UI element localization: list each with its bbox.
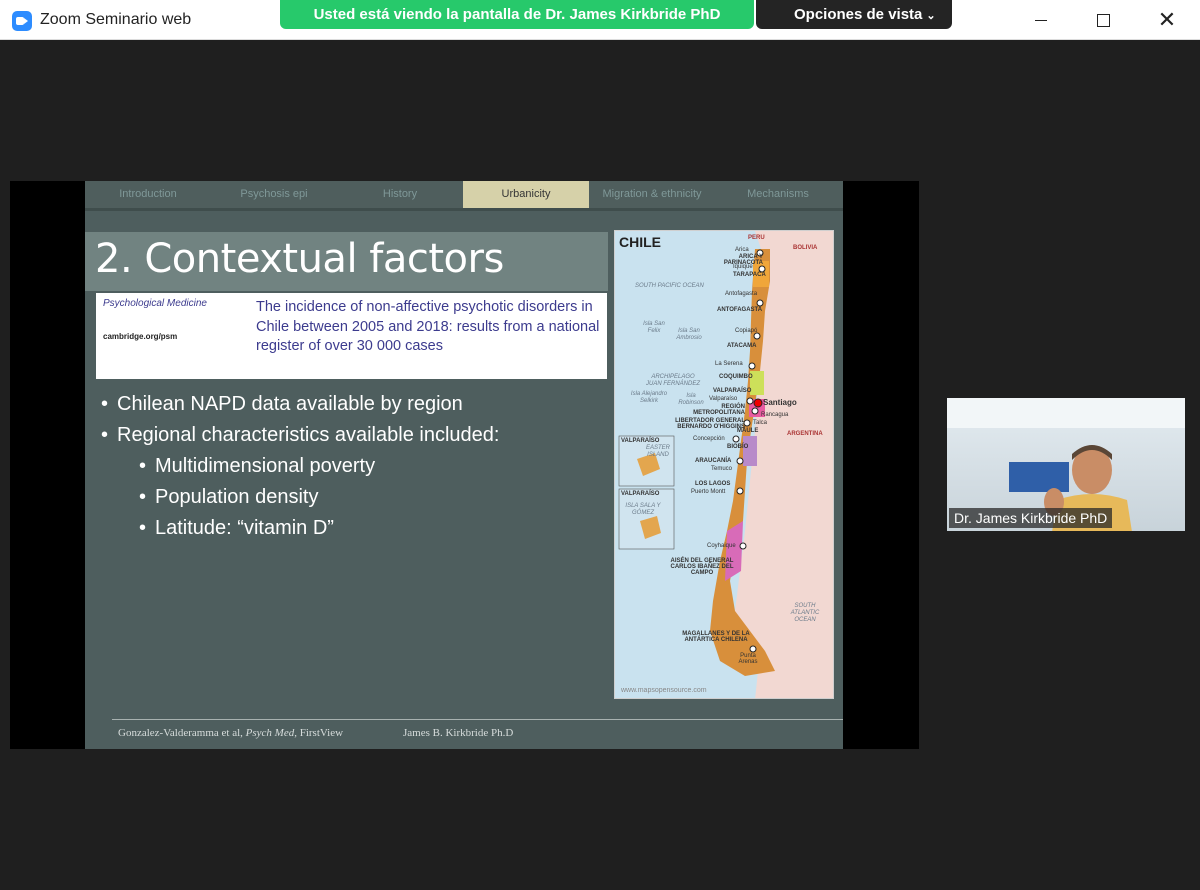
video-ceiling xyxy=(947,398,1185,428)
maximize-button[interactable] xyxy=(1080,0,1126,40)
map-city-label: Talca xyxy=(753,420,768,426)
map-city-label: Coyhaique xyxy=(707,543,736,549)
map-island-label: EASTER ISLAND xyxy=(645,445,670,458)
map-island-label: Isla Robinson xyxy=(678,393,704,406)
slide-nav-tab: Psychosis epi xyxy=(240,188,308,200)
map-island-label: Isla San Ambrosio xyxy=(676,328,702,341)
map-credit: www.mapsopensource.com xyxy=(621,687,707,694)
speaker-video-tile[interactable]: Dr. James Kirkbride PhD xyxy=(947,398,1185,531)
slide-presenter-credit: James B. Kirkbride Ph.D xyxy=(403,727,514,739)
map-country-label: PERU xyxy=(748,235,765,241)
map-region-label: ARAUCANÍA xyxy=(695,458,732,464)
map-region-label: LOS LAGOS xyxy=(695,481,731,487)
screen-share-banner: Usted está viendo la pantalla de Dr. Jam… xyxy=(280,0,754,29)
slide-nav-tab: Migration & ethnicity xyxy=(602,188,702,200)
minimize-button[interactable] xyxy=(1018,0,1064,40)
bullet-item: • Chilean NAPD data available by region xyxy=(101,393,463,415)
map-inset-label: VALPARAÍSO xyxy=(621,438,660,444)
map-city-label: Puerto Montt xyxy=(691,489,726,495)
map-region-label: LIBERTADOR GENERAL BERNARDO O'HIGGINS xyxy=(675,418,745,430)
maximize-icon xyxy=(1096,13,1110,27)
map-city-label: Temuco xyxy=(711,466,733,472)
window-titlebar: Zoom Seminario web Usted está viendo la … xyxy=(0,0,1200,40)
journal-site: cambridge.org/psm xyxy=(103,332,178,341)
slide-nav-tab: Mechanisms xyxy=(747,188,809,200)
slide-nav-tab-active: Urbanicity xyxy=(463,181,589,208)
slide-nav-tab: History xyxy=(382,188,418,200)
map-ocean-label: SOUTH PACIFIC OCEAN xyxy=(635,283,704,289)
close-icon: ✕ xyxy=(1157,7,1177,32)
map-region-label: BIOBÍO xyxy=(727,444,749,450)
slide-nav-bar: Introduction Psychosis epi History Urban… xyxy=(85,181,843,208)
map-city-label: La Serena xyxy=(715,361,743,367)
presentation-slide: Introduction Psychosis epi History Urban… xyxy=(85,181,843,749)
zoom-app-icon xyxy=(12,11,32,31)
map-city-label: Antofagasta xyxy=(725,291,758,297)
paper-title: The incidence of non-affective psychotic… xyxy=(256,299,600,354)
slide-nav-tab: Introduction xyxy=(119,188,177,200)
sub-bullet-item: • Multidimensional poverty xyxy=(139,455,376,477)
close-button[interactable]: ✕ xyxy=(1144,0,1190,40)
sub-bullet-item: • Population density xyxy=(139,486,319,508)
map-island-label: Isla San Felix xyxy=(643,321,665,334)
view-options-button[interactable]: Opciones de vista ⌄ xyxy=(756,0,952,29)
map-city-label: Arica xyxy=(735,247,749,253)
slide-title: 2. Contextual factors xyxy=(95,236,504,282)
map-city-label: Valparaíso xyxy=(709,396,738,402)
map-region-label: VALPARAÍSO xyxy=(713,388,752,394)
map-island-label: Isla Alejandro Selkirk xyxy=(630,391,668,404)
slide-title-box: 2. Contextual factors xyxy=(85,232,608,291)
map-city-label: Concepción xyxy=(693,436,725,442)
map-inset-label: VALPARAÍSO xyxy=(621,491,660,497)
chile-map-graphic xyxy=(615,231,833,698)
map-region-label: ANTOFAGASTA xyxy=(717,307,763,313)
shared-screen: Introduction Psychosis epi History Urban… xyxy=(10,181,919,749)
window-title: Zoom Seminario web xyxy=(40,11,192,28)
map-country-label: BOLIVIA xyxy=(793,245,818,251)
minimize-icon xyxy=(1035,19,1047,21)
map-region-label: AISÉN DEL GENERAL CARLOS IBAÑEZ DEL CAMP… xyxy=(670,558,734,576)
map-region-label: TARAPACÁ xyxy=(733,272,766,278)
journal-name: Psychological Medicine xyxy=(103,298,207,309)
map-city-label: Iquique xyxy=(733,264,753,270)
map-region-label: MAGALLANES Y DE LA ANTÁRTICA CHILENA xyxy=(682,631,750,643)
speaker-name-label: Dr. James Kirkbride PhD xyxy=(949,508,1113,528)
map-city-label: Punta Arenas xyxy=(738,653,758,665)
map-island-label: ARCHIPELAGO JUAN FERNÁNDEZ xyxy=(645,374,700,387)
map-ocean-label: SOUTH ATLANTIC OCEAN xyxy=(790,603,820,623)
chevron-down-icon: ⌄ xyxy=(926,10,936,22)
bullet-item: • Regional characteristics available incl… xyxy=(101,424,500,446)
slide-footer-divider xyxy=(112,719,843,720)
map-region-label: ATACAMA xyxy=(727,343,757,349)
map-title: CHILE xyxy=(619,234,661,250)
map-city-label: Copiapó xyxy=(735,328,758,334)
sub-bullet-item: • Latitude: “vitamin D” xyxy=(139,517,334,539)
slide-citation: Gonzalez-Valderamma et al, Psych Med, Fi… xyxy=(118,727,344,739)
paper-header-image: Psychological Medicine cambridge.org/psm… xyxy=(96,293,607,379)
map-island-label: ISLA SALA Y GÓMEZ xyxy=(625,503,661,516)
chile-map: CHILE PERU BOLIVIA ARGENTINA SOUTH PACIF… xyxy=(614,230,834,699)
map-capital-label: Santiago xyxy=(763,398,797,407)
map-region-label: MAULE xyxy=(737,428,759,434)
view-options-label: Opciones de vista xyxy=(794,6,923,23)
slide-nav-divider xyxy=(85,208,843,211)
map-region-label: COQUIMBO xyxy=(719,374,753,380)
map-country-label: ARGENTINA xyxy=(787,431,823,437)
map-city-label: Rancagua xyxy=(761,412,789,418)
